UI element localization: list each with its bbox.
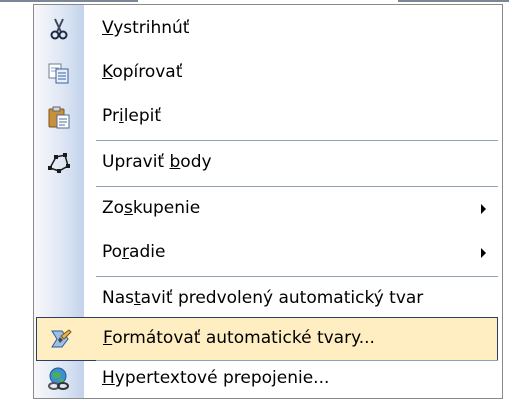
- copy-icon: [47, 61, 71, 85]
- submenu-arrow-icon: [481, 204, 486, 214]
- menu-item-label: Kopírovať: [102, 62, 183, 82]
- menu-item-copy[interactable]: Kopírovať: [34, 51, 502, 95]
- menu-item-label: Zoskupenie: [102, 198, 201, 218]
- menu-item-cut[interactable]: Vystrihnúť: [34, 7, 502, 51]
- menu-item-grouping[interactable]: Zoskupenie: [34, 187, 502, 231]
- menu-item-set-default-autoshape[interactable]: Nastaviť predvolený automatický tvar: [34, 277, 502, 321]
- menu-item-label: Poradie: [102, 242, 166, 262]
- context-menu: Vystrihnúť Kopírovať Prilepiť Upraviť bo…: [33, 4, 503, 399]
- menu-item-label: Formátovať automatické tvary...: [103, 328, 375, 348]
- menu-item-edit-points[interactable]: Upraviť body: [34, 141, 502, 185]
- format-shape-icon: [48, 327, 72, 351]
- menu-item-label: Hypertextové prepojenie...: [102, 368, 330, 388]
- submenu-arrow-icon: [481, 248, 486, 258]
- menu-item-hyperlink[interactable]: Hypertextové prepojenie...: [34, 357, 502, 401]
- menu-item-paste[interactable]: Prilepiť: [34, 95, 502, 139]
- menu-item-order[interactable]: Poradie: [34, 231, 502, 275]
- menu-item-label: Upraviť body: [102, 152, 212, 172]
- edit-points-icon: [47, 151, 71, 175]
- menu-item-format-autoshapes[interactable]: Formátovať automatické tvary...: [36, 317, 498, 361]
- menu-item-label: Nastaviť predvolený automatický tvar: [102, 288, 424, 308]
- menu-item-label: Vystrihnúť: [102, 18, 190, 38]
- menu-item-label: Prilepiť: [102, 106, 162, 126]
- paste-icon: [47, 105, 71, 129]
- hyperlink-icon: [47, 367, 71, 391]
- scissors-icon: [47, 17, 71, 41]
